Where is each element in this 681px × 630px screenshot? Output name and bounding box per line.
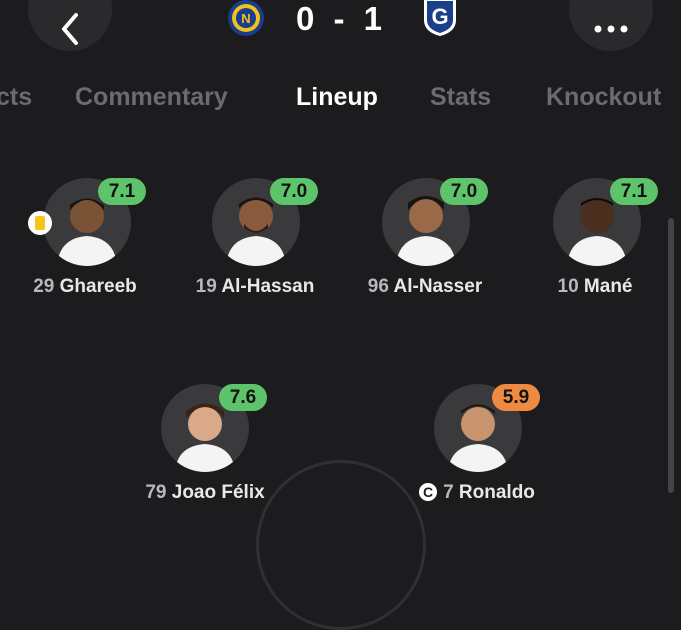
al-nassr-crest-icon: N <box>228 0 264 36</box>
chevron-left-icon <box>62 13 78 45</box>
player-number: 19 <box>195 276 217 297</box>
player-number: 29 <box>33 276 55 297</box>
player-name: Mané <box>583 276 633 297</box>
player-number: 79 <box>145 482 167 503</box>
player-number: 10 <box>557 276 579 297</box>
player-label: C7 Ronaldo <box>377 482 577 504</box>
home-team-logo: N <box>226 0 266 38</box>
captain-badge-icon: C <box>419 483 438 501</box>
more-options-button[interactable] <box>569 0 653 51</box>
player-name: Al-Nasser <box>393 276 483 297</box>
player-al-hassan[interactable]: 7.0 19 Al-Hassan <box>175 178 335 303</box>
ellipsis-icon <box>594 25 628 33</box>
player-number: 96 <box>367 276 389 297</box>
rating-badge: 7.0 <box>270 178 318 205</box>
player-label: 10 Mané <box>495 276 681 298</box>
rating-badge: 7.1 <box>98 178 146 205</box>
player-mane[interactable]: 7.1 10 Mané <box>515 178 675 303</box>
rating-badge: 7.1 <box>610 178 658 205</box>
player-ghareeb[interactable]: 7.1 29 Ghareeb <box>5 178 165 303</box>
away-score: 1 <box>363 0 385 37</box>
rating-badge: 7.6 <box>219 384 267 411</box>
away-team-logo: G <box>422 0 458 38</box>
tab-lineup[interactable]: Lineup <box>296 83 378 112</box>
home-score: 0 <box>295 0 317 37</box>
player-ronaldo[interactable]: 5.9 C7 Ronaldo <box>397 384 557 509</box>
player-number: 7 <box>443 482 454 503</box>
player-name: Joao Félix <box>171 482 265 503</box>
tab-facts[interactable]: cts <box>0 83 32 112</box>
player-name: Al-Hassan <box>221 276 315 297</box>
score-separator: - <box>333 0 347 37</box>
rating-badge: 5.9 <box>492 384 540 411</box>
svg-text:G: G <box>431 4 448 29</box>
yellow-card-icon <box>28 211 52 235</box>
gamba-osaka-crest-icon: G <box>424 0 456 36</box>
back-button[interactable] <box>28 0 112 51</box>
rating-badge: 7.0 <box>440 178 488 205</box>
player-al-nasser[interactable]: 7.0 96 Al-Nasser <box>345 178 505 303</box>
player-joao-felix[interactable]: 7.6 79 Joao Félix <box>125 384 285 509</box>
tab-stats[interactable]: Stats <box>430 83 491 112</box>
player-label: 79 Joao Félix <box>105 482 305 504</box>
match-score: 0 - 1 <box>290 0 390 38</box>
svg-text:N: N <box>241 11 250 26</box>
tab-commentary[interactable]: Commentary <box>75 83 228 112</box>
player-name: Ghareeb <box>59 276 137 297</box>
player-name: Ronaldo <box>458 482 535 503</box>
tab-knockout[interactable]: Knockout <box>546 83 661 112</box>
